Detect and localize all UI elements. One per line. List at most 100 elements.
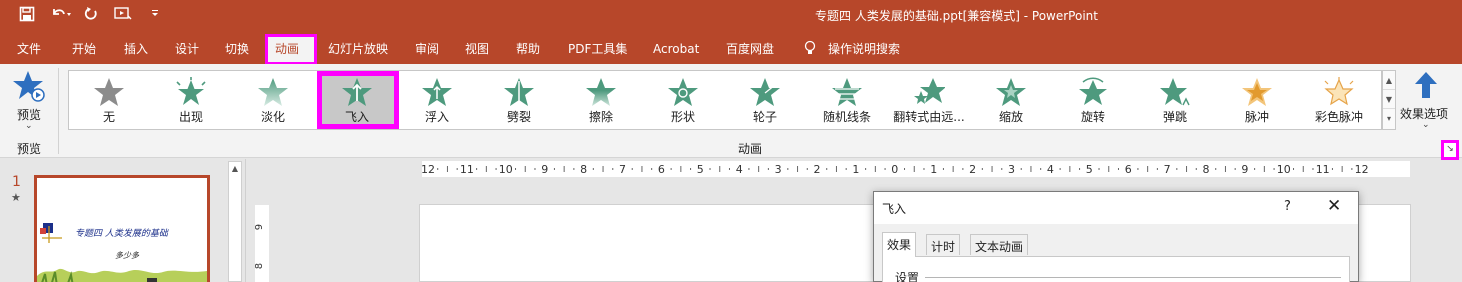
tab-view[interactable]: 视图 xyxy=(465,40,489,58)
window-title: 专题四 人类发展的基础.ppt[兼容模式] - PowerPoint xyxy=(815,9,1098,23)
ribbon-tab-bar: 文件 开始 插入 设计 切换 动画 幻灯片放映 审阅 视图 帮助 PDF工具集 … xyxy=(0,32,1462,65)
tab-transitions[interactable]: 切换 xyxy=(225,40,249,58)
star-grow-turn-icon xyxy=(914,78,945,104)
tab-pdf-tools[interactable]: PDF工具集 xyxy=(568,40,627,58)
ruler-tick-label: 12 xyxy=(1355,163,1369,176)
effect-split[interactable]: 劈裂 xyxy=(479,71,559,129)
ruler-tick-label: 9 xyxy=(255,224,265,230)
effect-fade[interactable]: 淡化 xyxy=(233,71,313,129)
ruler-tick-label: 2 xyxy=(814,163,821,176)
customize-icon[interactable] xyxy=(146,6,164,24)
preview-dropdown-icon[interactable]: ⌄ xyxy=(25,121,33,131)
slide-decoration-icon xyxy=(40,223,62,243)
effect-label: 翻转式由远... xyxy=(893,110,965,124)
tab-home[interactable]: 开始 xyxy=(72,40,96,58)
tab-file[interactable]: 文件 xyxy=(17,40,41,58)
tab-design[interactable]: 设计 xyxy=(175,40,199,58)
star-fly-in-icon xyxy=(342,78,372,106)
section-divider xyxy=(925,277,1341,278)
effect-wheel[interactable]: 轮子 xyxy=(725,71,805,129)
effect-shape[interactable]: 形状 xyxy=(643,71,723,129)
scroll-up-icon[interactable]: ▲ xyxy=(229,162,241,176)
close-icon[interactable]: ✕ xyxy=(1327,196,1341,216)
star-split-icon xyxy=(504,78,534,106)
dialog-launcher-icon[interactable]: ↘ xyxy=(1441,140,1459,160)
quick-access-toolbar xyxy=(18,6,164,24)
star-wipe-icon xyxy=(586,78,616,106)
ruler-tick-label: 10 xyxy=(1277,163,1291,176)
effect-random-bars[interactable]: 随机线条 xyxy=(807,71,887,129)
slide-thumbnail[interactable]: 专题四 人类发展的基础 多少多 xyxy=(34,175,210,282)
ruler-tick-label: 1 xyxy=(930,163,937,176)
tab-baidu-netdisk[interactable]: 百度网盘 xyxy=(726,40,774,58)
preview-button[interactable] xyxy=(12,70,48,105)
effect-fly-in[interactable]: 飞入 xyxy=(317,71,399,129)
effect-label: 随机线条 xyxy=(822,110,871,124)
effect-color-pulse[interactable]: 彩色脉冲 xyxy=(1299,71,1379,129)
gallery-scroll-up-icon[interactable]: ▲ xyxy=(1383,71,1395,90)
tab-timing[interactable]: 计时 xyxy=(926,234,961,255)
effect-zoom[interactable]: 缩放 xyxy=(971,71,1051,129)
effect-grow-turn[interactable]: 翻转式由远... xyxy=(889,71,975,129)
tab-review[interactable]: 审阅 xyxy=(415,40,439,58)
undo-icon[interactable] xyxy=(50,6,71,24)
effect-label: 缩放 xyxy=(998,110,1023,124)
effect-wipe[interactable]: 擦除 xyxy=(561,71,641,129)
star-pulse-icon xyxy=(1242,78,1272,106)
gallery-scroll-down-icon[interactable]: ▼ xyxy=(1383,90,1395,109)
ruler-tick-label: 7 xyxy=(619,163,626,176)
effect-options-dropdown-icon[interactable]: ⌄ xyxy=(1422,120,1430,130)
star-appear-icon xyxy=(176,77,206,105)
ruler-tick-label: 4 xyxy=(736,163,743,176)
group-divider xyxy=(58,68,59,154)
effect-appear[interactable]: 出现 xyxy=(151,71,231,129)
star-fade-icon xyxy=(258,78,288,106)
star-none-icon xyxy=(94,78,124,106)
effect-label: 劈裂 xyxy=(506,110,531,124)
effect-swivel[interactable]: 旋转 xyxy=(1053,71,1133,129)
ruler-tick-label: 8 xyxy=(255,263,265,269)
preview-group-label: 预览 xyxy=(17,142,42,156)
tab-acrobat[interactable]: Acrobat xyxy=(653,40,699,58)
effect-label: 无 xyxy=(102,110,115,124)
effect-pulse[interactable]: 脉冲 xyxy=(1217,71,1297,129)
dialog-title: 飞入 xyxy=(882,202,907,216)
ruler-tick-label: 3 xyxy=(1008,163,1015,176)
effect-label: 出现 xyxy=(178,110,203,124)
ruler-tick-label: 4 xyxy=(1047,163,1054,176)
effect-label: 飞入 xyxy=(344,110,369,124)
help-icon[interactable]: ? xyxy=(1284,199,1291,214)
ruler-tick-label: 5 xyxy=(697,163,704,176)
tab-help[interactable]: 帮助 xyxy=(516,40,540,58)
effect-options-button[interactable] xyxy=(1398,70,1454,103)
ruler-tick-label: 1 xyxy=(852,163,859,176)
tab-animations[interactable]: 动画 xyxy=(265,34,317,65)
effect-label: 轮子 xyxy=(752,110,777,124)
slide-number: 1 xyxy=(12,174,21,190)
effect-bounce[interactable]: 弹跳 xyxy=(1135,71,1215,129)
thumbnail-scrollbar[interactable]: ▲ xyxy=(228,161,242,282)
ruler-tick-label: 7 xyxy=(1164,163,1171,176)
tell-me-search[interactable]: 操作说明搜索 xyxy=(828,40,900,58)
redo-icon[interactable] xyxy=(82,6,100,24)
present-from-start-icon[interactable] xyxy=(114,6,132,24)
ruler-tick-label: 11 xyxy=(460,163,474,176)
effect-label: 擦除 xyxy=(588,110,613,124)
tab-insert[interactable]: 插入 xyxy=(124,40,148,58)
save-icon[interactable] xyxy=(18,6,36,24)
horizontal-ruler: 12 11 10 9 8 7 6 5 4 3 2 1 0 1 2 3 4 5 6 7 8 9 10 11 12 xyxy=(422,161,1410,177)
tab-effect[interactable]: 效果 xyxy=(882,232,917,257)
effect-label: 浮入 xyxy=(424,110,449,124)
animations-ribbon: 预览 ⌄ 预览 无 出现 淡化 飞入 浮入 劈裂 擦除 形状 轮子 随机线条 翻… xyxy=(0,64,1462,158)
effect-label: 弹跳 xyxy=(1162,110,1187,124)
up-arrow-icon xyxy=(1415,72,1437,98)
star-swivel-icon xyxy=(1079,77,1107,105)
effect-label: 淡化 xyxy=(260,110,285,124)
tab-slideshow[interactable]: 幻灯片放映 xyxy=(328,40,388,58)
star-bounce-icon xyxy=(1160,78,1190,106)
effect-label: 彩色脉冲 xyxy=(1314,110,1363,124)
gallery-more-icon[interactable]: ▾ xyxy=(1383,109,1395,128)
effect-none[interactable]: 无 xyxy=(69,71,149,129)
tab-text-animation[interactable]: 文本动画 xyxy=(970,234,1029,255)
effect-float-in[interactable]: 浮入 xyxy=(397,71,477,129)
